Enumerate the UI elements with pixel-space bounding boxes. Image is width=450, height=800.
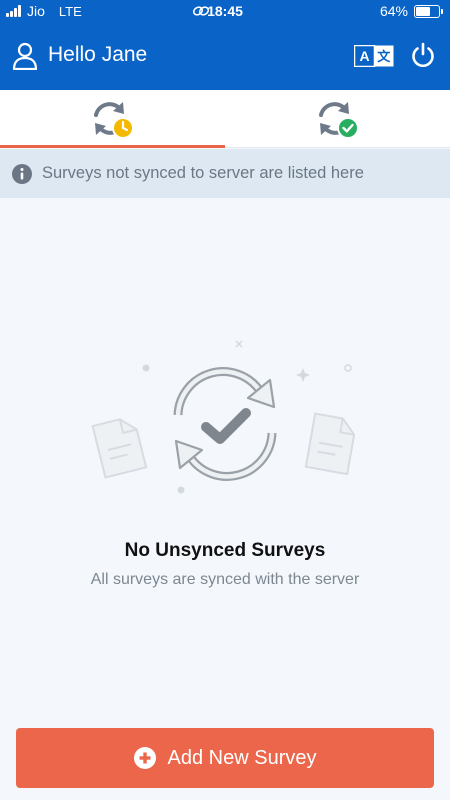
translate-icon[interactable]: A 文 xyxy=(354,45,394,67)
link-icon xyxy=(192,6,210,16)
battery-percent: 64% xyxy=(379,3,408,19)
sync-pending-icon xyxy=(93,101,134,139)
document-left-icon xyxy=(91,418,148,479)
greeting-text: Hello Jane xyxy=(48,43,148,66)
app-header: Hello Jane A 文 xyxy=(0,22,450,90)
user-icon[interactable] xyxy=(12,42,38,70)
info-text: Surveys not synced to server are listed … xyxy=(42,164,364,182)
svg-text:文: 文 xyxy=(377,49,391,65)
decor-dot xyxy=(177,486,185,494)
tab-synced[interactable] xyxy=(225,90,450,147)
decor-dot xyxy=(142,364,150,372)
status-right: 64% xyxy=(379,3,443,19)
info-icon xyxy=(12,163,32,184)
empty-state-title: No Unsynced Surveys xyxy=(124,540,326,561)
add-new-survey-button[interactable]: Add New Survey xyxy=(16,728,434,788)
tab-bar xyxy=(0,90,450,148)
battery-icon xyxy=(414,4,443,18)
empty-state-subtitle: All surveys are synced with the server xyxy=(90,571,360,588)
decor-ring xyxy=(344,364,352,372)
empty-state-illustration xyxy=(91,340,356,494)
decor-cross xyxy=(235,340,243,348)
tab-unsynced[interactable] xyxy=(0,90,225,148)
battery-fill xyxy=(416,6,431,16)
plus-circle-icon xyxy=(133,747,156,769)
svg-text:A: A xyxy=(359,48,369,64)
add-new-survey-label: Add New Survey xyxy=(167,746,317,769)
sync-check-icon xyxy=(173,367,277,481)
power-icon[interactable] xyxy=(410,42,436,68)
status-bar: Jio LTE 18:45 64% xyxy=(0,0,450,22)
decor-sparkle xyxy=(296,368,310,382)
info-banner: Surveys not synced to server are listed … xyxy=(0,149,450,198)
sync-done-icon xyxy=(318,101,359,139)
document-right-icon xyxy=(304,412,356,476)
